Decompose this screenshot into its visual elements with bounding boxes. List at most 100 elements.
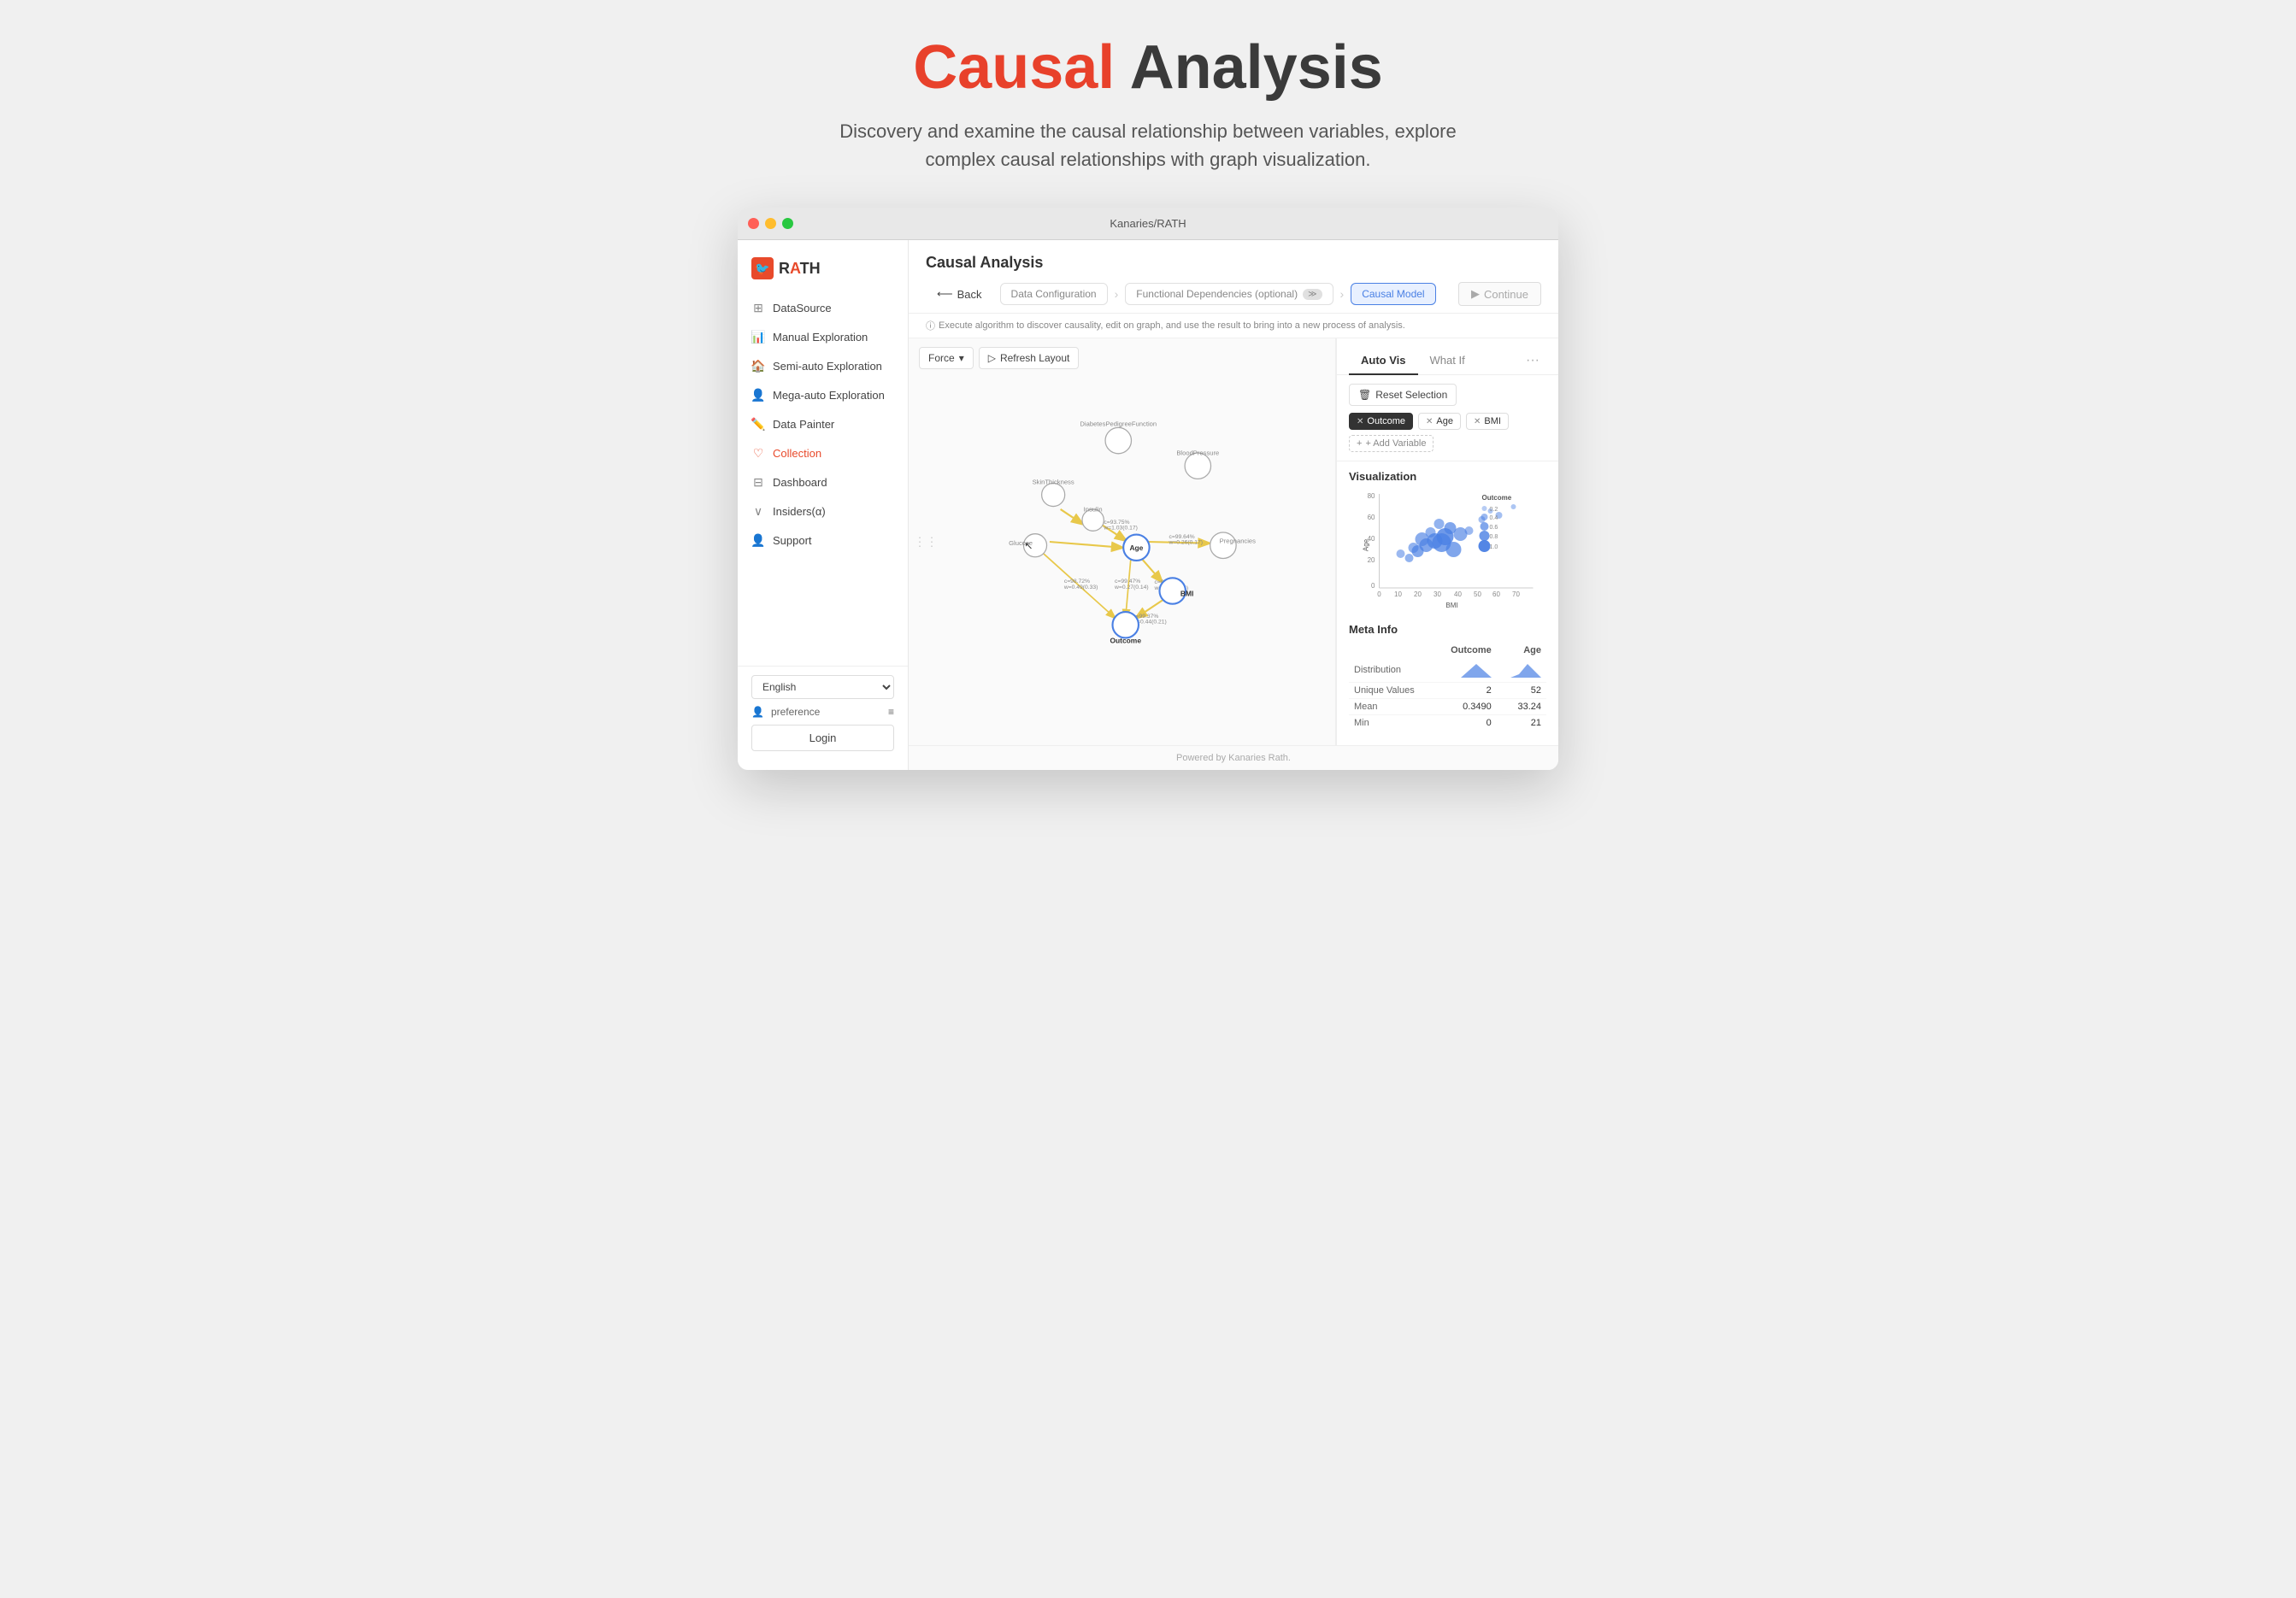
maximize-button[interactable] bbox=[782, 218, 793, 229]
reset-label: Reset Selection bbox=[1375, 389, 1447, 401]
sidebar-item-data-painter[interactable]: ✏️ Data Painter bbox=[738, 409, 908, 438]
sidebar-item-label: Semi-auto Exploration bbox=[773, 360, 882, 373]
sidebar: 🐦 RATH ⊞ DataSource 📊 Manual Exploration… bbox=[738, 240, 909, 770]
tab-more-btn[interactable]: ··· bbox=[1519, 350, 1546, 372]
graph-area[interactable]: Force ▾ ▷ Refresh Layout ⋮⋮ bbox=[909, 338, 1336, 745]
add-variable-button[interactable]: + + Add Variable bbox=[1349, 435, 1434, 452]
scatter-svg: 80 60 40 20 0 0 10 20 30 40 bbox=[1349, 490, 1546, 609]
login-button[interactable]: Login bbox=[751, 725, 894, 751]
meta-col-age: Age bbox=[1497, 643, 1546, 658]
svg-text:20: 20 bbox=[1368, 556, 1375, 564]
meta-val-dist-outcome bbox=[1434, 658, 1496, 683]
sidebar-item-manual-exploration[interactable]: 📊 Manual Exploration bbox=[738, 322, 908, 351]
sidebar-item-label: Dashboard bbox=[773, 476, 827, 489]
breadcrumb-step-func-deps[interactable]: Functional Dependencies (optional) ≫ bbox=[1125, 283, 1333, 305]
tab-what-if[interactable]: What If bbox=[1418, 347, 1477, 375]
svg-text:60: 60 bbox=[1368, 514, 1375, 521]
sidebar-item-label: Support bbox=[773, 534, 812, 547]
sidebar-item-dashboard[interactable]: ⊟ Dashboard bbox=[738, 467, 908, 496]
refresh-layout-btn[interactable]: ▷ Refresh Layout bbox=[979, 347, 1080, 369]
breadcrumb-step-data-config[interactable]: Data Configuration bbox=[1000, 283, 1108, 305]
sidebar-item-support[interactable]: 👤 Support bbox=[738, 526, 908, 555]
var-tag-outcome[interactable]: ✕ Outcome bbox=[1349, 413, 1413, 430]
svg-text:0.6: 0.6 bbox=[1490, 525, 1498, 531]
svg-text:30: 30 bbox=[1434, 590, 1441, 598]
scatter-dot bbox=[1465, 526, 1474, 535]
var-tag-bmi[interactable]: ✕ BMI bbox=[1466, 413, 1509, 430]
meta-val-mean-age: 33.24 bbox=[1497, 699, 1546, 715]
edge-label-8: w=0.27(0.14) bbox=[1114, 585, 1149, 590]
force-label: Force bbox=[928, 352, 955, 364]
svg-text:0: 0 bbox=[1377, 590, 1381, 598]
breadcrumb-nav: ⟵ Back Data Configuration › Functional D… bbox=[926, 282, 1541, 306]
hero-section: Causal Analysis Discovery and examine th… bbox=[823, 34, 1473, 173]
layout-type-btn[interactable]: Force ▾ bbox=[919, 347, 974, 369]
sidebar-nav: ⊞ DataSource 📊 Manual Exploration 🏠 Semi… bbox=[738, 293, 908, 666]
back-button[interactable]: ⟵ Back bbox=[926, 282, 993, 306]
tab-auto-vis[interactable]: Auto Vis bbox=[1349, 347, 1418, 375]
dashboard-icon: ⊟ bbox=[751, 475, 765, 489]
meta-row-mean: Mean 0.3490 33.24 bbox=[1349, 699, 1546, 715]
sidebar-item-semi-auto[interactable]: 🏠 Semi-auto Exploration bbox=[738, 351, 908, 380]
hero-subtitle: Discovery and examine the causal relatio… bbox=[823, 117, 1473, 173]
edge-label-4: w=0.26(0.17) bbox=[1168, 540, 1203, 546]
meta-label-unique: Unique Values bbox=[1349, 683, 1434, 699]
back-label: Back bbox=[957, 288, 982, 301]
preference-label[interactable]: preference bbox=[771, 706, 820, 718]
graph-svg-container: c=93.75% w=1.03(0.17) c=99.64% w=0.26(0.… bbox=[909, 338, 1335, 745]
node-diabetes-pedigree[interactable] bbox=[1105, 428, 1131, 454]
dropdown-icon: ▾ bbox=[959, 352, 964, 364]
reset-selection-button[interactable]: 🗑 Reset Selection bbox=[1349, 384, 1457, 406]
content-area: Force ▾ ▷ Refresh Layout ⋮⋮ bbox=[909, 338, 1558, 745]
main-content: Causal Analysis ⟵ Back Data Configuratio… bbox=[909, 240, 1558, 770]
causal-model-label: Causal Model bbox=[1362, 288, 1424, 300]
semi-auto-icon: 🏠 bbox=[751, 359, 765, 373]
meta-label-mean: Mean bbox=[1349, 699, 1434, 715]
meta-col-outcome: Outcome bbox=[1434, 643, 1496, 658]
trash-icon: 🗑 bbox=[1358, 389, 1371, 401]
meta-section: Meta Info Outcome Age bbox=[1337, 614, 1558, 739]
sidebar-item-collection[interactable]: ♡ Collection bbox=[738, 438, 908, 467]
svg-text:0: 0 bbox=[1371, 582, 1375, 590]
svg-text:20: 20 bbox=[1414, 590, 1422, 598]
graph-toolbar: Force ▾ ▷ Refresh Layout bbox=[919, 347, 1079, 369]
refresh-icon: ▷ bbox=[988, 352, 996, 364]
cursor-icon: ↖ bbox=[1024, 540, 1033, 552]
svg-text:0.8: 0.8 bbox=[1490, 534, 1498, 540]
var-tag-age[interactable]: ✕ Age bbox=[1418, 413, 1461, 430]
svg-text:70: 70 bbox=[1512, 590, 1520, 598]
scatter-dot bbox=[1511, 504, 1516, 509]
meta-val-unique-outcome: 2 bbox=[1434, 683, 1496, 699]
vis-section-title: Visualization bbox=[1349, 470, 1546, 483]
svg-text:1.0: 1.0 bbox=[1490, 544, 1498, 550]
sidebar-item-datasource[interactable]: ⊞ DataSource bbox=[738, 293, 908, 322]
tag-x-age: ✕ bbox=[1426, 417, 1433, 426]
edge-label-2: w=1.03(0.17) bbox=[1103, 526, 1138, 532]
tag-label-outcome: Outcome bbox=[1367, 416, 1405, 426]
sidebar-item-label: Insiders(α) bbox=[773, 505, 826, 518]
meta-info-title: Meta Info bbox=[1349, 623, 1546, 636]
meta-val-dist-age bbox=[1497, 658, 1546, 683]
right-panel: Auto Vis What If ··· 🗑 Reset Selection bbox=[1336, 338, 1558, 745]
meta-row-min: Min 0 21 bbox=[1349, 715, 1546, 731]
sidebar-item-label: Mega-auto Exploration bbox=[773, 389, 885, 402]
continue-label: Continue bbox=[1484, 288, 1528, 301]
tab-auto-vis-label: Auto Vis bbox=[1361, 354, 1406, 367]
language-select[interactable]: English bbox=[751, 675, 894, 699]
node-blood-pressure[interactable] bbox=[1185, 453, 1210, 479]
sidebar-item-insiders[interactable]: ∨ Insiders(α) bbox=[738, 496, 908, 526]
minimize-button[interactable] bbox=[765, 218, 776, 229]
node-pregnancies[interactable] bbox=[1210, 532, 1236, 558]
svg-text:BMI: BMI bbox=[1445, 602, 1457, 609]
node-outcome[interactable] bbox=[1113, 612, 1139, 637]
sidebar-item-mega-auto[interactable]: 👤 Mega-auto Exploration bbox=[738, 380, 908, 409]
app-body: 🐦 RATH ⊞ DataSource 📊 Manual Exploration… bbox=[738, 240, 1558, 770]
node-skin-thickness[interactable] bbox=[1042, 484, 1065, 507]
breadcrumb-step-causal-model[interactable]: Causal Model bbox=[1351, 283, 1435, 305]
close-button[interactable] bbox=[748, 218, 759, 229]
svg-text:60: 60 bbox=[1492, 590, 1500, 598]
svg-text:Age: Age bbox=[1363, 539, 1370, 552]
continue-button[interactable]: ▶ Continue bbox=[1458, 282, 1541, 306]
meta-row-unique: Unique Values 2 52 bbox=[1349, 683, 1546, 699]
hero-title-causal: Causal bbox=[913, 33, 1115, 102]
